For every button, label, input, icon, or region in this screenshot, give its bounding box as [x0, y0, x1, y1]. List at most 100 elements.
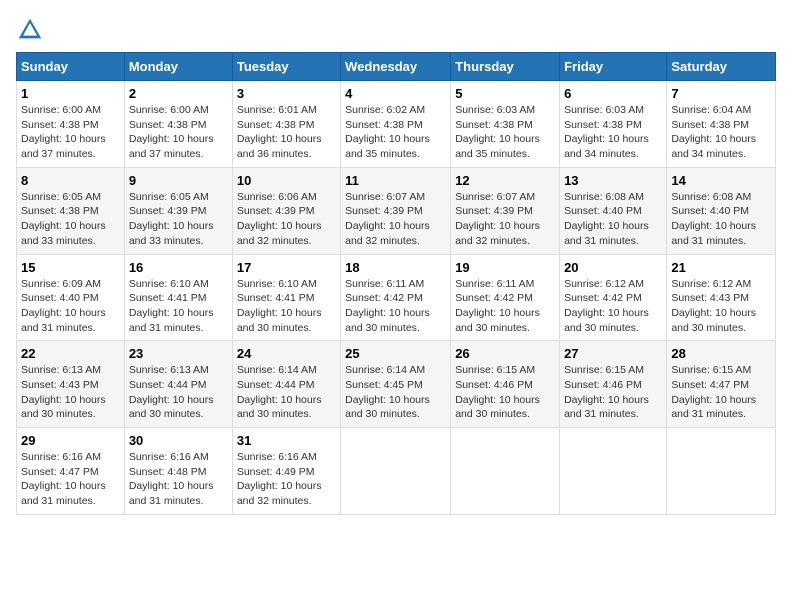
- calendar-cell: 2 Sunrise: 6:00 AMSunset: 4:38 PMDaylight…: [124, 81, 232, 168]
- day-info: Sunrise: 6:03 AMSunset: 4:38 PMDaylight:…: [564, 103, 662, 162]
- day-number: 17: [237, 260, 336, 275]
- day-info: Sunrise: 6:07 AMSunset: 4:39 PMDaylight:…: [345, 190, 446, 249]
- day-info: Sunrise: 6:08 AMSunset: 4:40 PMDaylight:…: [671, 190, 771, 249]
- day-info: Sunrise: 6:01 AMSunset: 4:38 PMDaylight:…: [237, 103, 336, 162]
- calendar-cell: 10Sunrise: 6:06 AMSunset: 4:39 PMDayligh…: [232, 167, 340, 254]
- day-number: 29: [21, 433, 120, 448]
- day-info: Sunrise: 6:08 AMSunset: 4:40 PMDaylight:…: [564, 190, 662, 249]
- day-info: Sunrise: 6:00 AMSunset: 4:38 PMDaylight:…: [129, 103, 228, 162]
- calendar-week-row: 15 Sunrise: 6:09 AMSunset: 4:40 PMDayligh…: [17, 254, 776, 341]
- day-number: 7: [671, 86, 771, 101]
- calendar-cell: [451, 428, 560, 515]
- day-number: 12: [455, 173, 555, 188]
- day-number: 21: [671, 260, 771, 275]
- calendar-cell: 20Sunrise: 6:12 AMSunset: 4:42 PMDayligh…: [560, 254, 667, 341]
- day-number: 25: [345, 346, 446, 361]
- calendar-cell: 7 Sunrise: 6:04 AMSunset: 4:38 PMDaylight…: [667, 81, 776, 168]
- day-info: Sunrise: 6:16 AMSunset: 4:47 PMDaylight:…: [21, 450, 120, 509]
- logo-icon: [16, 16, 44, 44]
- day-info: Sunrise: 6:15 AMSunset: 4:46 PMDaylight:…: [455, 363, 555, 422]
- weekday-header: Sunday: [17, 53, 125, 81]
- calendar-cell: [560, 428, 667, 515]
- day-info: Sunrise: 6:16 AMSunset: 4:49 PMDaylight:…: [237, 450, 336, 509]
- day-info: Sunrise: 6:10 AMSunset: 4:41 PMDaylight:…: [237, 277, 336, 336]
- day-number: 28: [671, 346, 771, 361]
- day-info: Sunrise: 6:10 AMSunset: 4:41 PMDaylight:…: [129, 277, 228, 336]
- calendar-cell: 8Sunrise: 6:05 AMSunset: 4:38 PMDaylight…: [17, 167, 125, 254]
- day-number: 4: [345, 86, 446, 101]
- day-number: 23: [129, 346, 228, 361]
- calendar-cell: 28 Sunrise: 6:15 AMSunset: 4:47 PMDayligh…: [667, 341, 776, 428]
- calendar-cell: 14 Sunrise: 6:08 AMSunset: 4:40 PMDayligh…: [667, 167, 776, 254]
- day-number: 24: [237, 346, 336, 361]
- calendar-cell: 21 Sunrise: 6:12 AMSunset: 4:43 PMDayligh…: [667, 254, 776, 341]
- day-info: Sunrise: 6:12 AMSunset: 4:43 PMDaylight:…: [671, 277, 771, 336]
- day-info: Sunrise: 6:16 AMSunset: 4:48 PMDaylight:…: [129, 450, 228, 509]
- calendar-cell: 15 Sunrise: 6:09 AMSunset: 4:40 PMDayligh…: [17, 254, 125, 341]
- day-number: 19: [455, 260, 555, 275]
- calendar-week-row: 22 Sunrise: 6:13 AMSunset: 4:43 PMDayligh…: [17, 341, 776, 428]
- calendar-week-row: 8Sunrise: 6:05 AMSunset: 4:38 PMDaylight…: [17, 167, 776, 254]
- day-info: Sunrise: 6:11 AMSunset: 4:42 PMDaylight:…: [345, 277, 446, 336]
- day-number: 30: [129, 433, 228, 448]
- day-info: Sunrise: 6:04 AMSunset: 4:38 PMDaylight:…: [671, 103, 771, 162]
- calendar-cell: 17 Sunrise: 6:10 AMSunset: 4:41 PMDayligh…: [232, 254, 340, 341]
- day-info: Sunrise: 6:09 AMSunset: 4:40 PMDaylight:…: [21, 277, 120, 336]
- calendar-table: SundayMondayTuesdayWednesdayThursdayFrid…: [16, 52, 776, 515]
- calendar-cell: 16Sunrise: 6:10 AMSunset: 4:41 PMDayligh…: [124, 254, 232, 341]
- day-info: Sunrise: 6:00 AMSunset: 4:38 PMDaylight:…: [21, 103, 120, 162]
- calendar-cell: 30 Sunrise: 6:16 AMSunset: 4:48 PMDayligh…: [124, 428, 232, 515]
- day-info: Sunrise: 6:15 AMSunset: 4:47 PMDaylight:…: [671, 363, 771, 422]
- calendar-cell: 26 Sunrise: 6:15 AMSunset: 4:46 PMDayligh…: [451, 341, 560, 428]
- day-info: Sunrise: 6:05 AMSunset: 4:39 PMDaylight:…: [129, 190, 228, 249]
- calendar-cell: 24 Sunrise: 6:14 AMSunset: 4:44 PMDayligh…: [232, 341, 340, 428]
- calendar-cell: 13 Sunrise: 6:08 AMSunset: 4:40 PMDayligh…: [560, 167, 667, 254]
- day-number: 8: [21, 173, 120, 188]
- calendar-cell: 5 Sunrise: 6:03 AMSunset: 4:38 PMDaylight…: [451, 81, 560, 168]
- day-number: 27: [564, 346, 662, 361]
- weekday-header: Tuesday: [232, 53, 340, 81]
- calendar-cell: 6 Sunrise: 6:03 AMSunset: 4:38 PMDaylight…: [560, 81, 667, 168]
- calendar-week-row: 1 Sunrise: 6:00 AMSunset: 4:38 PMDaylight…: [17, 81, 776, 168]
- weekday-header: Wednesday: [341, 53, 451, 81]
- day-number: 18: [345, 260, 446, 275]
- day-number: 22: [21, 346, 120, 361]
- calendar-cell: 12 Sunrise: 6:07 AMSunset: 4:39 PMDayligh…: [451, 167, 560, 254]
- calendar-cell: 23 Sunrise: 6:13 AMSunset: 4:44 PMDayligh…: [124, 341, 232, 428]
- day-info: Sunrise: 6:14 AMSunset: 4:45 PMDaylight:…: [345, 363, 446, 422]
- calendar-cell: 19 Sunrise: 6:11 AMSunset: 4:42 PMDayligh…: [451, 254, 560, 341]
- calendar-cell: 31Sunrise: 6:16 AMSunset: 4:49 PMDayligh…: [232, 428, 340, 515]
- day-number: 14: [671, 173, 771, 188]
- day-number: 3: [237, 86, 336, 101]
- day-number: 13: [564, 173, 662, 188]
- weekday-header: Thursday: [451, 53, 560, 81]
- day-info: Sunrise: 6:14 AMSunset: 4:44 PMDaylight:…: [237, 363, 336, 422]
- day-number: 11: [345, 173, 446, 188]
- day-info: Sunrise: 6:03 AMSunset: 4:38 PMDaylight:…: [455, 103, 555, 162]
- day-info: Sunrise: 6:13 AMSunset: 4:44 PMDaylight:…: [129, 363, 228, 422]
- page-header: [16, 16, 776, 44]
- day-number: 26: [455, 346, 555, 361]
- day-number: 2: [129, 86, 228, 101]
- day-info: Sunrise: 6:02 AMSunset: 4:38 PMDaylight:…: [345, 103, 446, 162]
- day-number: 6: [564, 86, 662, 101]
- day-info: Sunrise: 6:12 AMSunset: 4:42 PMDaylight:…: [564, 277, 662, 336]
- calendar-cell: 27 Sunrise: 6:15 AMSunset: 4:46 PMDayligh…: [560, 341, 667, 428]
- calendar-week-row: 29 Sunrise: 6:16 AMSunset: 4:47 PMDayligh…: [17, 428, 776, 515]
- logo: [16, 16, 48, 44]
- day-info: Sunrise: 6:07 AMSunset: 4:39 PMDaylight:…: [455, 190, 555, 249]
- calendar-cell: 9Sunrise: 6:05 AMSunset: 4:39 PMDaylight…: [124, 167, 232, 254]
- day-number: 15: [21, 260, 120, 275]
- calendar-cell: [667, 428, 776, 515]
- day-number: 5: [455, 86, 555, 101]
- day-number: 1: [21, 86, 120, 101]
- calendar-cell: 3 Sunrise: 6:01 AMSunset: 4:38 PMDaylight…: [232, 81, 340, 168]
- calendar-cell: [341, 428, 451, 515]
- weekday-header: Saturday: [667, 53, 776, 81]
- calendar-cell: 4 Sunrise: 6:02 AMSunset: 4:38 PMDaylight…: [341, 81, 451, 168]
- day-info: Sunrise: 6:11 AMSunset: 4:42 PMDaylight:…: [455, 277, 555, 336]
- day-info: Sunrise: 6:15 AMSunset: 4:46 PMDaylight:…: [564, 363, 662, 422]
- day-info: Sunrise: 6:13 AMSunset: 4:43 PMDaylight:…: [21, 363, 120, 422]
- weekday-header: Friday: [560, 53, 667, 81]
- calendar-header: SundayMondayTuesdayWednesdayThursdayFrid…: [17, 53, 776, 81]
